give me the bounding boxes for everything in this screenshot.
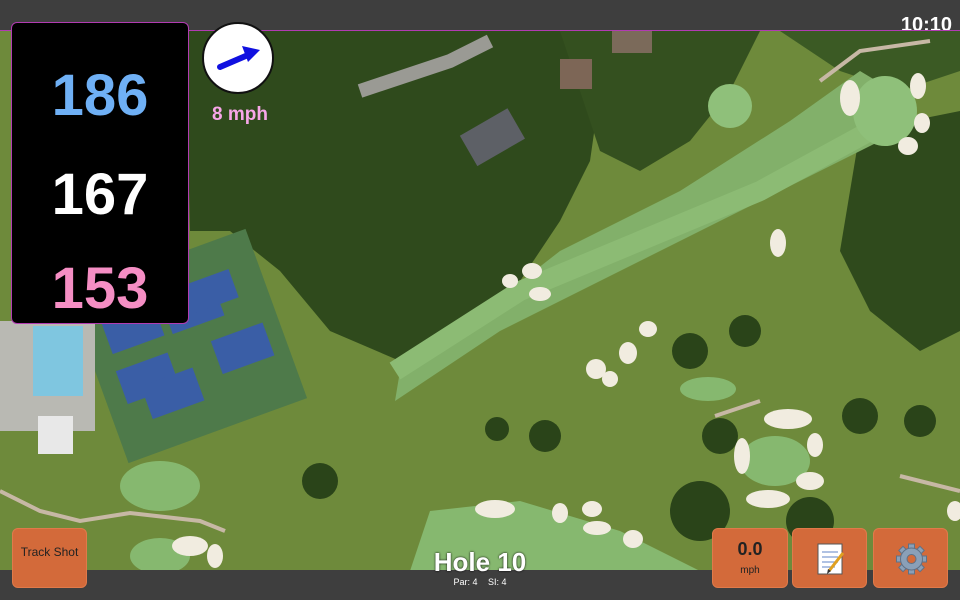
speed-unit: mph — [740, 565, 760, 576]
hole-info: Par: 4 SI: 4 — [380, 577, 580, 587]
middle-yardage: 167 — [51, 162, 149, 227]
hole-si: SI: 4 — [488, 577, 507, 587]
front-yardage: 153 — [51, 256, 149, 321]
hole-par: Par: 4 — [453, 577, 478, 587]
notes-button[interactable] — [792, 528, 867, 588]
settings-button[interactable] — [873, 528, 948, 588]
back-yardage: 186 — [51, 63, 149, 128]
hole-title: Hole 10 — [433, 547, 527, 577]
wind-direction-indicator — [202, 22, 274, 94]
notepad-icon — [817, 543, 845, 575]
speed-value: 0.0 — [737, 539, 763, 559]
wind-speed: 8 mph — [212, 104, 268, 125]
gear-icon — [896, 543, 927, 575]
track-shot-button[interactable]: Track Shot — [12, 528, 87, 588]
yardage-panel: 186 167 153 — [11, 22, 189, 324]
wind-arrow-icon — [217, 46, 260, 70]
speed-button[interactable]: 0.0 mph — [712, 528, 788, 588]
